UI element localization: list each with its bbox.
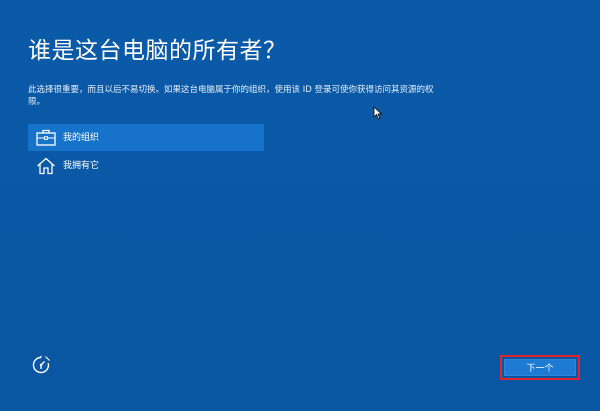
mouse-pointer-icon bbox=[373, 106, 383, 120]
ease-of-access-icon[interactable] bbox=[31, 355, 51, 375]
option-i-own-it[interactable]: 我拥有它 bbox=[28, 152, 264, 179]
next-button[interactable]: 下一个 bbox=[504, 359, 576, 376]
option-label: 我的组织 bbox=[63, 132, 100, 143]
next-button-highlight: 下一个 bbox=[500, 355, 580, 380]
oobe-ownership-page: 谁是这台电脑的所有者？ 此选择很重要，而且以后不易切换。如果这台电脑属于你的组织… bbox=[0, 0, 600, 411]
home-icon bbox=[35, 156, 57, 176]
option-my-organization[interactable]: 我的组织 bbox=[28, 124, 264, 151]
page-description: 此选择很重要，而且以后不易切换。如果这台电脑属于你的组织，使用该 ID 登录可使… bbox=[28, 85, 434, 107]
option-label: 我拥有它 bbox=[63, 160, 100, 171]
briefcase-icon bbox=[35, 128, 57, 148]
page-title: 谁是这台电脑的所有者？ bbox=[28, 38, 287, 64]
